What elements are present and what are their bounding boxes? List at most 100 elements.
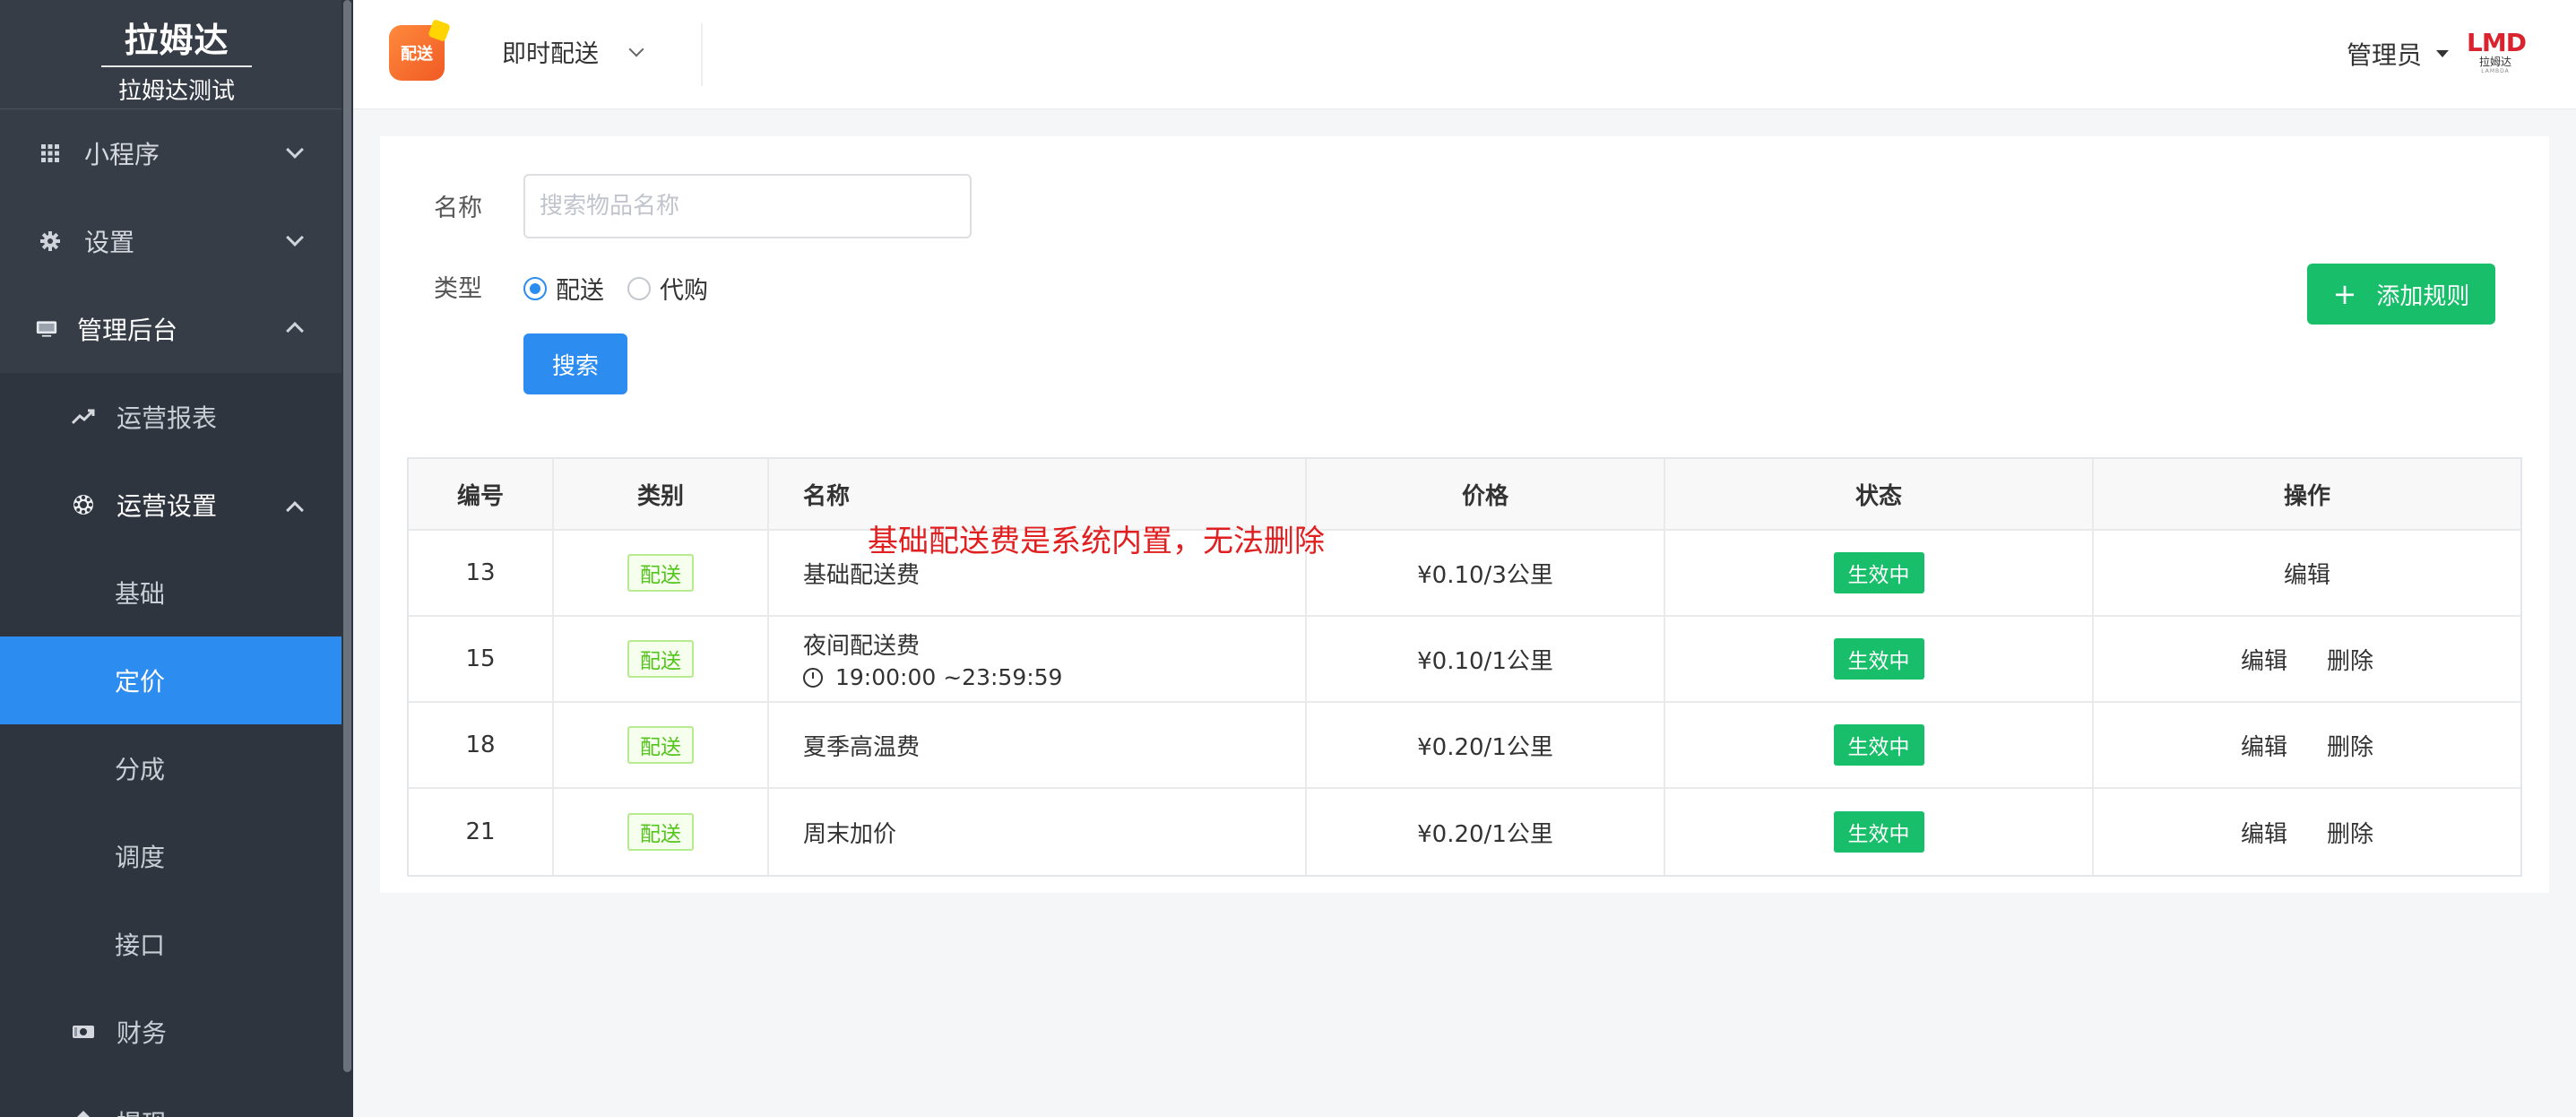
search-button[interactable]: 搜索 bbox=[523, 333, 627, 394]
content-card: 名称 类型 配送 代购 搜索 + 添加规则 编号 类别 名称 价格 状态 操作 … bbox=[380, 136, 2549, 893]
status-badge: 生效中 bbox=[1833, 552, 1924, 593]
column-header-price: 价格 bbox=[1307, 459, 1665, 529]
sidebar-item-finance[interactable]: 财务 bbox=[0, 988, 353, 1076]
company-logo-tagline: LAMBDA bbox=[2481, 68, 2510, 74]
plus-icon: + bbox=[2332, 277, 2357, 311]
edit-link[interactable]: 编辑 bbox=[2241, 816, 2287, 849]
brand-title: 拉姆达 bbox=[124, 21, 229, 60]
sidebar-item-dispatch[interactable]: 调度 bbox=[0, 812, 353, 900]
cell-status: 生效中 bbox=[1665, 531, 2094, 615]
annotation-note: 基础配送费是系统内置，无法删除 bbox=[868, 524, 1325, 559]
cell-name: 夏季高温费 bbox=[769, 703, 1307, 787]
chevron-down-icon bbox=[628, 41, 644, 56]
cell-name: 周末加价 bbox=[769, 789, 1307, 875]
time-range-text: 19:00:00 ~23:59:59 bbox=[835, 664, 1063, 690]
sidebar-item-settings[interactable]: 设置 bbox=[0, 197, 353, 285]
user-name: 管理员 bbox=[2346, 40, 2422, 70]
monitor-icon bbox=[36, 318, 57, 340]
time-range: 19:00:00 ~23:59:59 bbox=[803, 664, 1062, 690]
brand: 拉姆达 拉姆达测试 bbox=[0, 0, 353, 109]
company-logo-mark: LMD bbox=[2467, 28, 2527, 57]
trend-icon bbox=[72, 405, 95, 429]
name-search-input[interactable] bbox=[523, 174, 972, 238]
chevron-down-icon bbox=[286, 229, 304, 247]
cell-actions: 编辑 删除 bbox=[2094, 617, 2520, 701]
sidebar-item-basic[interactable]: 基础 bbox=[0, 549, 353, 636]
table-header: 编号 类别 名称 价格 状态 操作 bbox=[409, 459, 2520, 531]
cell-actions: 编辑 bbox=[2094, 531, 2520, 615]
rule-name: 夜间配送费 bbox=[803, 633, 921, 660]
sidebar-item-withdraw[interactable]: 提现 bbox=[0, 1076, 353, 1117]
radio-delivery-label[interactable]: 配送 bbox=[556, 271, 604, 306]
cell-id: 21 bbox=[409, 789, 554, 875]
cell-id: 13 bbox=[409, 531, 554, 615]
logo-text: 配送 bbox=[401, 45, 433, 64]
sidebar-scrollbar[interactable] bbox=[341, 0, 353, 1117]
edit-link[interactable]: 编辑 bbox=[2284, 557, 2330, 590]
cell-type: 配送 bbox=[554, 703, 769, 787]
cell-actions: 编辑 删除 bbox=[2094, 789, 2520, 875]
name-label: 名称 bbox=[434, 195, 482, 222]
header-divider bbox=[701, 23, 703, 86]
sidebar-item-pricing[interactable]: 定价 bbox=[0, 636, 353, 724]
sidebar-item-commission[interactable]: 分成 bbox=[0, 724, 353, 812]
sidebar-item-ops-report[interactable]: 运营报表 bbox=[0, 373, 353, 461]
clock-icon bbox=[803, 667, 823, 688]
add-rule-label: 添加规则 bbox=[2376, 282, 2470, 310]
table-row: 13 配送 基础配送费 ¥0.10/3公里 生效中 编辑 bbox=[409, 531, 2520, 617]
status-badge: 生效中 bbox=[1833, 811, 1924, 853]
sidebar-item-label: 运营报表 bbox=[117, 403, 218, 433]
app-logo[interactable]: 配送 bbox=[389, 19, 451, 81]
cell-status: 生效中 bbox=[1665, 789, 2094, 875]
type-label: 类型 bbox=[434, 275, 482, 303]
sidebar-item-label: 运营设置 bbox=[117, 491, 218, 521]
user-menu[interactable]: 管理员 bbox=[2347, 36, 2449, 72]
edit-link[interactable]: 编辑 bbox=[2241, 729, 2287, 762]
sidebar-item-label: 管理后台 bbox=[77, 316, 178, 345]
admin-submenu: 运营报表 运营设置 基础 定价 分成 调度 接口 财务 提现 bbox=[0, 373, 353, 1117]
delete-link[interactable]: 删除 bbox=[2327, 729, 2373, 762]
table-row: 15 配送 夜间配送费 19:00:00 ~23:59:59 ¥0.10/1公里… bbox=[409, 617, 2520, 703]
sidebar-item-miniprogram[interactable]: 小程序 bbox=[0, 109, 353, 197]
company-logo: LMD 拉姆达 LAMBDA bbox=[2467, 28, 2527, 81]
rule-name: 基础配送费 bbox=[803, 561, 921, 589]
mode-select-value: 即时配送 bbox=[502, 40, 599, 68]
table-row: 21 配送 周末加价 ¥0.20/1公里 生效中 编辑 删除 bbox=[409, 789, 2520, 875]
type-radio-group: 配送 代购 bbox=[523, 271, 731, 306]
edit-link[interactable]: 编辑 bbox=[2241, 643, 2287, 676]
scrollbar-thumb[interactable] bbox=[343, 0, 351, 1072]
radio-delivery[interactable] bbox=[523, 276, 547, 300]
add-rule-button[interactable]: + 添加规则 bbox=[2307, 264, 2495, 325]
sidebar-item-label: 小程序 bbox=[84, 140, 160, 169]
cell-price: ¥0.20/1公里 bbox=[1307, 703, 1665, 787]
delete-link[interactable]: 删除 bbox=[2327, 643, 2373, 676]
type-tag: 配送 bbox=[627, 813, 694, 851]
sidebar-item-label: 财务 bbox=[117, 1018, 168, 1048]
radio-purchase[interactable] bbox=[627, 276, 651, 300]
status-badge: 生效中 bbox=[1833, 724, 1924, 766]
column-header-status: 状态 bbox=[1665, 459, 2094, 529]
radio-purchase-label[interactable]: 代购 bbox=[660, 271, 708, 306]
rule-name: 夏季高温费 bbox=[803, 733, 921, 761]
column-header-id: 编号 bbox=[409, 459, 554, 529]
cell-price: ¥0.10/3公里 bbox=[1307, 531, 1665, 615]
cell-price: ¥0.20/1公里 bbox=[1307, 789, 1665, 875]
rule-name: 周末加价 bbox=[803, 820, 897, 848]
cell-type: 配送 bbox=[554, 617, 769, 701]
sidebar-item-admin[interactable]: 管理后台 bbox=[0, 285, 353, 373]
status-badge: 生效中 bbox=[1833, 638, 1924, 680]
column-header-type: 类别 bbox=[554, 459, 769, 529]
cell-status: 生效中 bbox=[1665, 617, 2094, 701]
brand-divider bbox=[101, 65, 252, 67]
withdraw-icon bbox=[72, 1108, 95, 1117]
sidebar-item-ops-settings[interactable]: 运营设置 bbox=[0, 461, 353, 549]
money-icon bbox=[72, 1020, 95, 1043]
delete-link[interactable]: 删除 bbox=[2327, 816, 2373, 849]
gear-icon bbox=[39, 230, 61, 252]
sidebar-item-api[interactable]: 接口 bbox=[0, 900, 353, 988]
type-tag: 配送 bbox=[627, 640, 694, 678]
cell-actions: 编辑 删除 bbox=[2094, 703, 2520, 787]
brand-subtitle: 拉姆达测试 bbox=[117, 78, 235, 105]
mode-select[interactable]: 即时配送 bbox=[502, 34, 644, 69]
top-header: 配送 即时配送 管理员 LMD 拉姆达 LAMBDA bbox=[353, 0, 2576, 109]
